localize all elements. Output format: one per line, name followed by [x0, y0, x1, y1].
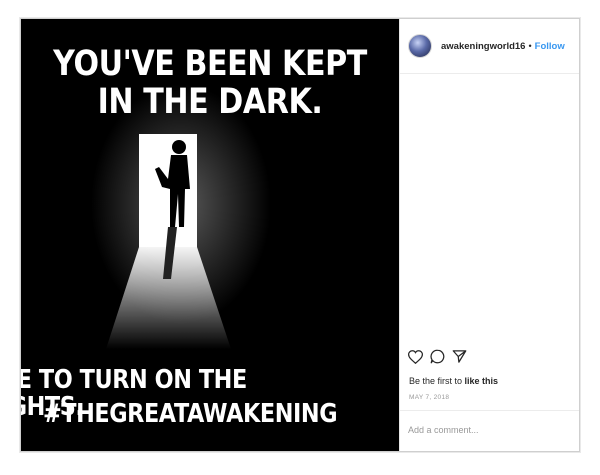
image-text-hashtag: #THEGREATAWAKENING: [43, 399, 338, 429]
image-text-line2: IN THE DARK.: [97, 82, 323, 122]
post-sidebar: awakeningworld16 • Follow Be the first t…: [399, 19, 579, 451]
post-header: awakeningworld16 • Follow: [400, 19, 579, 74]
action-bar: [407, 349, 467, 369]
post-date: MAY 7, 2018: [409, 394, 450, 401]
instagram-post-card: YOU'VE BEEN KEPT IN THE DARK. IME TO TUR…: [20, 18, 580, 452]
follow-button[interactable]: Follow: [535, 41, 565, 52]
share-icon[interactable]: [452, 349, 467, 369]
image-text-line1: YOU'VE BEEN KEPT: [53, 44, 367, 84]
likes-text: Be the first to like this: [409, 376, 498, 386]
comment-icon[interactable]: [430, 349, 445, 369]
like-this-link[interactable]: like this: [465, 376, 499, 386]
comment-input[interactable]: [408, 425, 568, 435]
likes-prefix: Be the first to: [409, 376, 465, 386]
heart-icon[interactable]: [407, 349, 424, 369]
username-link[interactable]: awakeningworld16: [441, 41, 525, 52]
comment-bar: [400, 410, 579, 451]
separator-dot: •: [528, 41, 532, 51]
avatar[interactable]: [408, 34, 432, 58]
post-image[interactable]: YOU'VE BEEN KEPT IN THE DARK. IME TO TUR…: [21, 19, 399, 451]
